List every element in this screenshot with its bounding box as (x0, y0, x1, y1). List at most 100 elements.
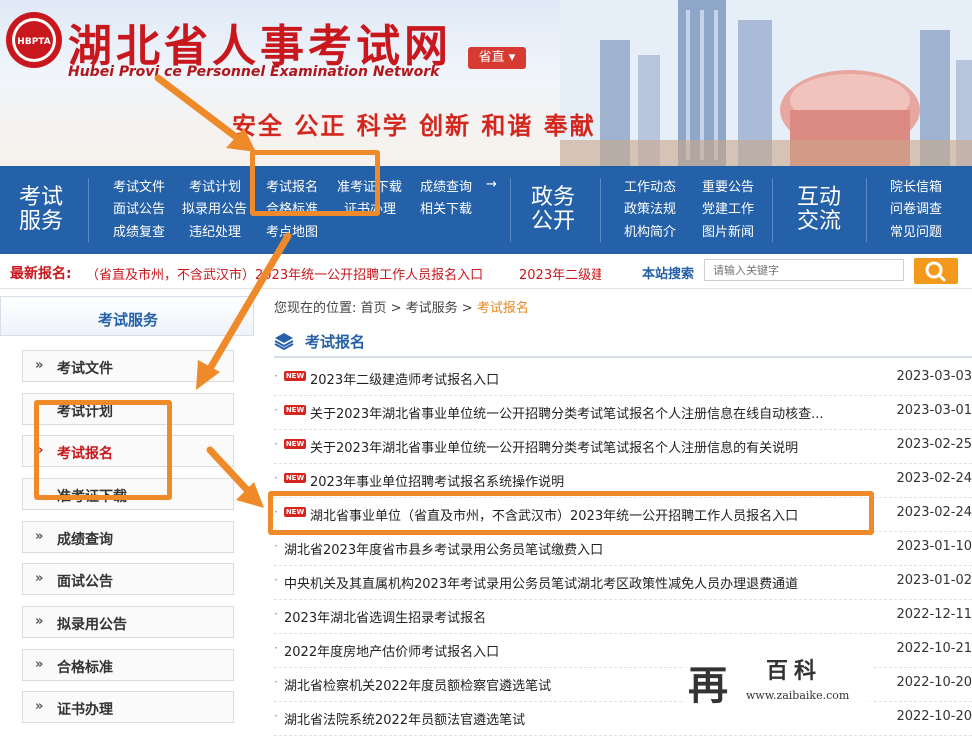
nav-link-exam-site-map[interactable]: 考点地图 (266, 225, 318, 241)
search-button[interactable] (914, 258, 958, 284)
latest-registration-link[interactable]: 2023年二级建 (519, 264, 601, 283)
list-item-date: 2022-10-20 (896, 709, 972, 724)
sidebar-header: 考试服务 (0, 296, 254, 336)
nav-link-score-query[interactable]: 成绩查询 (420, 180, 472, 196)
list-item-title[interactable]: 中央机关及其直属机构2023年考试录用公务员笔试湖北考区政策性减免人员办理退费通… (284, 573, 798, 592)
bullet: · (274, 709, 278, 723)
list-item[interactable]: · 湖北省2023年度省市县乡考试录用公务员笔试缴费入口 2023-01-10 (274, 531, 972, 566)
nav-link-org-intro[interactable]: 机构简介 (624, 225, 676, 241)
list-item[interactable]: · 2023年湖北省选调生招录考试报名 2022-12-11 (274, 599, 972, 634)
site-search-label: 本站搜索 (642, 267, 695, 282)
nav-link-employment-notice[interactable]: 拟录用公告 (182, 202, 247, 218)
breadcrumb-path[interactable]: 您现在的位置: 首页 > 考试服务 > (274, 301, 477, 316)
nav-link-interview-notice[interactable]: 面试公告 (113, 202, 165, 218)
sidebar-item-label: 拟录用公告 (57, 617, 127, 633)
nav-divider (510, 178, 511, 242)
list-item-date: 2022-10-20 (896, 675, 972, 690)
double-chevron-right-icon: » (35, 529, 44, 544)
nav-divider (866, 178, 867, 242)
sidebar-item-certificate[interactable]: » 证书办理 (22, 691, 234, 723)
section-divider (274, 356, 972, 358)
new-badge-icon: NEW (284, 371, 306, 381)
list-item-date: 2023-01-10 (896, 539, 972, 554)
list-item[interactable]: · NEW 2023年二级建造师考试报名入口 2023-03-03 (274, 361, 972, 396)
list-item-date: 2023-02-25 (896, 437, 972, 452)
region-select-button[interactable]: 省直 ▾ (468, 47, 526, 69)
nav-section-gov-affairs[interactable]: 政务公开 (528, 186, 578, 234)
list-item-title[interactable]: 关于2023年湖北省事业单位统一公开招聘分类考试笔试报名个人注册信息在线自动核查… (310, 403, 823, 422)
list-item-title[interactable]: 2023年湖北省选调生招录考试报名 (284, 607, 486, 626)
double-chevron-right-icon: » (35, 614, 44, 629)
double-chevron-right-icon: » (35, 699, 44, 714)
site-logo-icon: HBPTA (6, 12, 62, 68)
list-item-date: 2022-10-21 (896, 641, 972, 656)
sidebar: 考试服务 » 考试文件 考试计划 » 考试报名 准考证下载 » 成绩查询 » 面… (0, 296, 254, 723)
nav-link-faq[interactable]: 常见问题 (890, 225, 942, 241)
latest-registration-label: 最新报名: (10, 266, 72, 282)
double-chevron-right-icon: » (35, 571, 44, 586)
list-item-title[interactable]: 湖北省2023年度省市县乡考试录用公务员笔试缴费入口 (284, 539, 603, 558)
nav-link-exam-files[interactable]: 考试文件 (113, 180, 165, 196)
list-item-title[interactable]: 关于2023年湖北省事业单位统一公开招聘分类考试笔试报名个人注册信息的有关说明 (310, 437, 798, 456)
sidebar-item-label: 成绩查询 (57, 532, 113, 548)
list-item-title[interactable]: 2022年度房地产估价师考试报名入口 (284, 641, 499, 660)
nav-link-violation-handling[interactable]: 违纪处理 (189, 225, 241, 241)
list-item[interactable]: · 中央机关及其直属机构2023年考试录用公务员笔试湖北考区政策性减免人员办理退… (274, 565, 972, 600)
highlight-box-sidebar-registration (34, 400, 172, 500)
breadcrumb-current: 考试报名 (476, 301, 529, 316)
breadcrumb: 您现在的位置: 首页 > 考试服务 > 考试报名 (274, 297, 529, 316)
double-chevron-right-icon: » (35, 657, 44, 672)
latest-registration-bar: 最新报名: （省直及市州，不含武汉市）2023年统一公开招聘工作人员报名入口 2… (0, 254, 972, 289)
highlight-box-nav-registration (250, 150, 380, 216)
watermark-title: 百科 (766, 658, 823, 684)
nav-link-work-news[interactable]: 工作动态 (624, 180, 676, 196)
sidebar-item-label: 面试公告 (57, 574, 113, 590)
list-item-title[interactable]: 2023年二级建造师考试报名入口 (310, 369, 499, 388)
nav-divider (600, 178, 601, 242)
city-skyline-image (560, 0, 972, 166)
nav-link-score-review[interactable]: 成绩复查 (113, 225, 165, 241)
list-item-date: 2022-12-11 (896, 607, 972, 622)
bullet: · (274, 607, 278, 621)
nav-link-policy[interactable]: 政策法规 (624, 202, 676, 218)
list-item[interactable]: · NEW 关于2023年湖北省事业单位统一公开招聘分类考试笔试报名个人注册信息… (274, 429, 972, 464)
sidebar-item-qualified-standard[interactable]: » 合格标准 (22, 649, 234, 681)
nav-link-director-mailbox[interactable]: 院长信箱 (890, 180, 942, 196)
list-item-title[interactable]: 2023年事业单位招聘考试报名系统操作说明 (310, 471, 564, 490)
sidebar-item-exam-files[interactable]: » 考试文件 (22, 350, 234, 382)
sidebar-item-label: 证书办理 (57, 702, 113, 718)
bullet: · (274, 437, 278, 451)
new-badge-icon: NEW (284, 439, 306, 449)
bullet: · (274, 471, 278, 485)
main-nav: 考试服务 考试文件 考试计划 考试报名 准考证下载 成绩查询 → 面试公告 拟录… (0, 166, 972, 254)
nav-link-party-work[interactable]: 党建工作 (702, 202, 754, 218)
latest-registration-link[interactable]: （省直及市州，不含武汉市）2023年统一公开招聘工作人员报名入口 (86, 264, 483, 283)
header-banner: HBPTA 湖北省人事考试网 Hubei Provi ce Personnel … (0, 0, 972, 166)
nav-link-survey[interactable]: 问卷调查 (890, 202, 942, 218)
list-item-title[interactable]: 湖北省检察机关2022年度员额检察官遴选笔试 (284, 675, 551, 694)
site-slogan: 安全 公正 科学 创新 和谐 奉献 (232, 111, 596, 140)
list-item-date: 2023-03-01 (896, 403, 972, 418)
nav-link-exam-plan[interactable]: 考试计划 (189, 180, 241, 196)
section-title: 考试报名 (305, 333, 366, 351)
layers-icon (274, 333, 294, 351)
nav-link-photo-news[interactable]: 图片新闻 (702, 225, 754, 241)
bullet: · (274, 573, 278, 587)
nav-link-important-notice[interactable]: 重要公告 (702, 180, 754, 196)
sidebar-item-employment-notice[interactable]: » 拟录用公告 (22, 606, 234, 638)
search-icon (925, 261, 946, 282)
list-item-date: 2023-02-24 (896, 505, 972, 520)
nav-section-exam-service[interactable]: 考试服务 (16, 186, 66, 234)
site-subtitle: Hubei Provi ce Personnel Examination Net… (68, 64, 440, 80)
sidebar-item-score-query[interactable]: » 成绩查询 (22, 521, 234, 553)
list-item[interactable]: · NEW 关于2023年湖北省事业单位统一公开招聘分类考试笔试报名个人注册信息… (274, 395, 972, 430)
search-input[interactable] (704, 259, 904, 281)
nav-link-downloads[interactable]: 相关下载 (420, 202, 472, 218)
nav-more-arrow-icon[interactable]: → (486, 177, 497, 193)
nav-section-interaction[interactable]: 互动交流 (794, 186, 844, 234)
bullet: · (274, 641, 278, 655)
watermark: 再 百科 www.zaibaike.com (682, 651, 872, 713)
nav-divider (772, 178, 773, 242)
watermark-logo-icon: 再 (688, 662, 728, 709)
sidebar-item-interview-notice[interactable]: » 面试公告 (22, 563, 234, 595)
